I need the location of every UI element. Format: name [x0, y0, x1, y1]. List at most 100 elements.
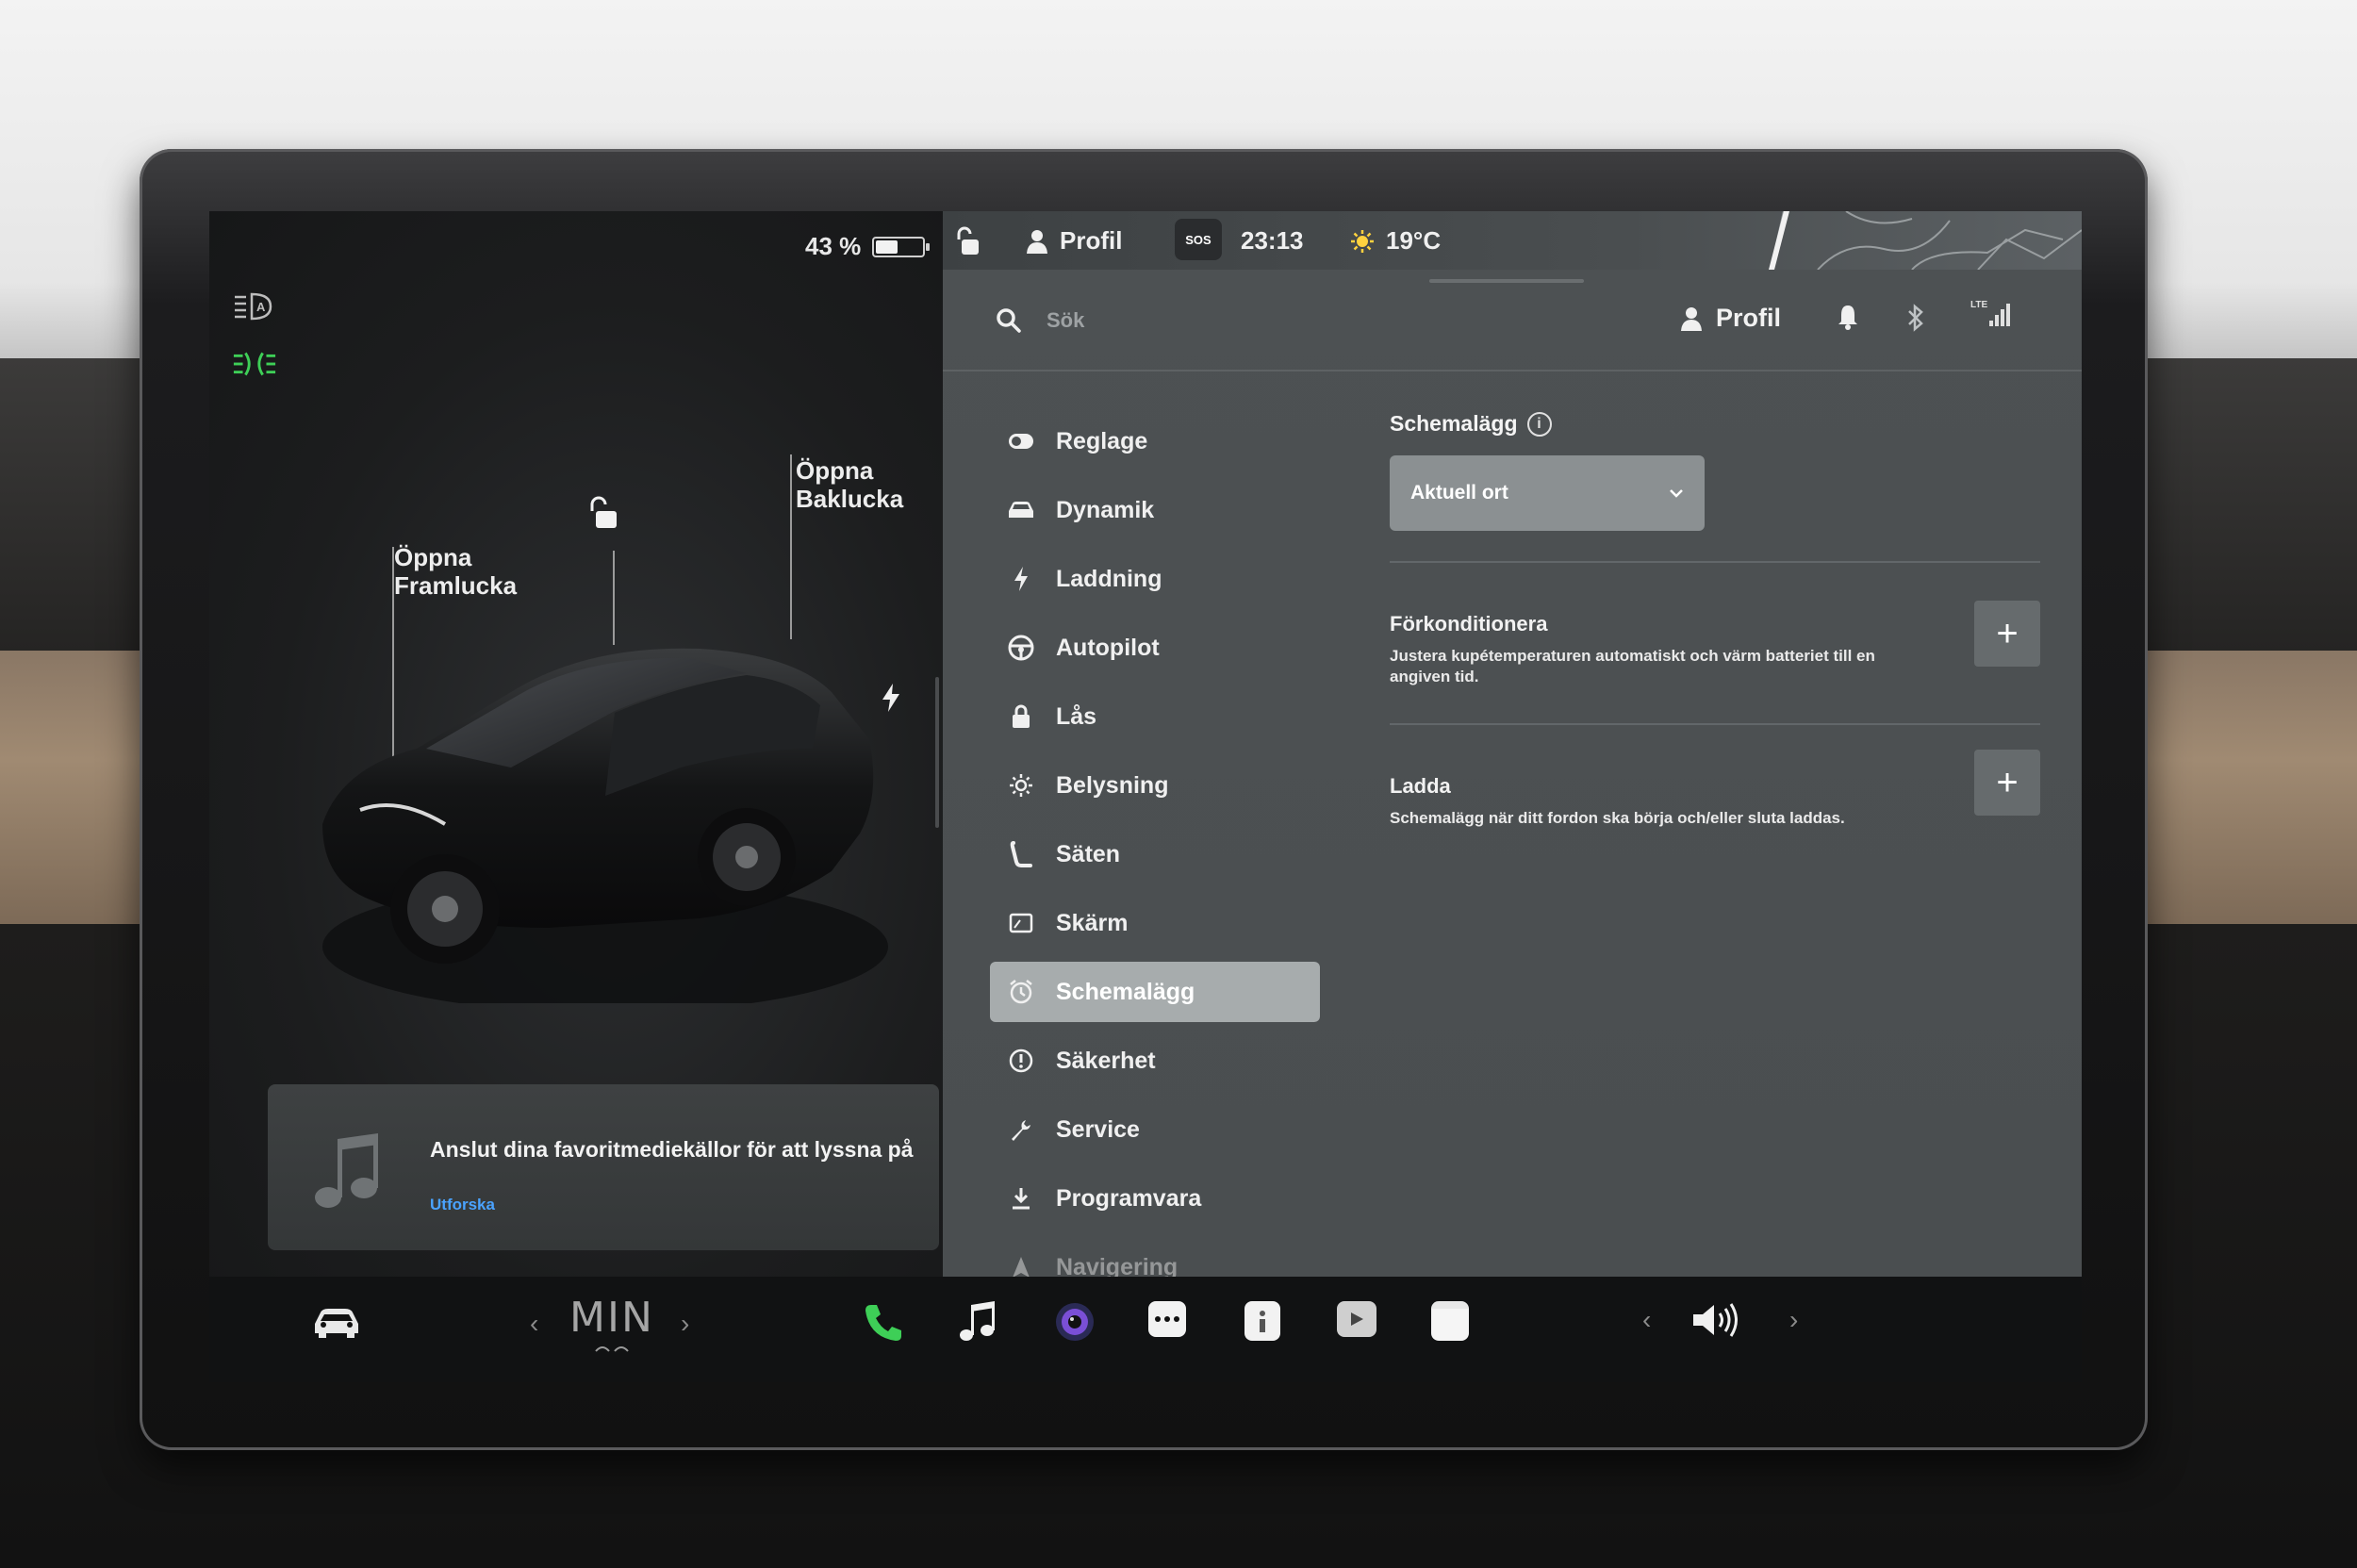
svg-text:A: A: [256, 300, 266, 314]
sun-icon: [1351, 229, 1374, 253]
section-title: Schemalägg i: [1390, 411, 2040, 437]
explore-link[interactable]: Utforska: [430, 1196, 495, 1214]
sidebar-item-label: Dynamik: [1056, 496, 1155, 523]
bolt-icon: [1007, 565, 1035, 593]
touchscreen: 43 % A Öppna Framlucka Öppna Baklucka An…: [209, 211, 2082, 1382]
settings-panel: Profil LTE Reglage Dynamik Laddning Autopil…: [943, 270, 2082, 1280]
profile-label: Profil: [1060, 226, 1123, 255]
sidebar-item-belysning[interactable]: Belysning: [990, 755, 1320, 816]
search-icon: [996, 307, 1022, 338]
sidebar-item-label: Schemalägg: [1056, 978, 1195, 1005]
sidebar-item-skärm[interactable]: Skärm: [990, 893, 1320, 953]
parking-lights-icon: [232, 347, 277, 381]
lock-status-icon[interactable]: [954, 226, 982, 263]
volume-down-chevron[interactable]: ‹: [1642, 1305, 1651, 1335]
climate-control[interactable]: MIN: [569, 1294, 654, 1355]
bell-icon[interactable]: [1837, 304, 1859, 335]
wrench-icon: [1007, 1115, 1035, 1144]
weather: 19°C: [1350, 226, 1441, 256]
car-icon: [1007, 496, 1035, 524]
sidebar-item-label: Reglage: [1056, 427, 1148, 454]
battery-percent: 43 %: [805, 232, 862, 260]
bottom-taskbar: ‹ MIN › ‹ ›: [209, 1277, 2082, 1382]
sos-button[interactable]: SOS: [1175, 219, 1222, 260]
media-prompt-text: Anslut dina favoritmediekällor för att l…: [430, 1137, 914, 1162]
bluetooth-icon[interactable]: [1906, 304, 1925, 337]
sidebar-item-service[interactable]: Service: [990, 1099, 1320, 1160]
sidebar-item-dynamik[interactable]: Dynamik: [990, 480, 1320, 540]
phone-icon[interactable]: [862, 1301, 903, 1343]
open-trunk-label[interactable]: Öppna Baklucka: [796, 456, 903, 513]
header-profile-button[interactable]: Profil: [1680, 304, 1781, 333]
climate-min-label: MIN: [569, 1294, 654, 1342]
download-icon: [1007, 1184, 1035, 1213]
precondition-title: Förkonditionera: [1390, 612, 1548, 635]
toggle-icon: [1007, 427, 1035, 455]
precondition-row: Förkonditionera Justera kupétemperaturen…: [1390, 563, 2040, 723]
sidebar-item-schemalägg[interactable]: Schemalägg: [990, 962, 1320, 1022]
sidebar-item-autopilot[interactable]: Autopilot: [990, 618, 1320, 678]
media-card[interactable]: Anslut dina favoritmediekällor för att l…: [268, 1084, 939, 1250]
charge-row: Ladda Schemalägg när ditt fordon ska bör…: [1390, 725, 2040, 867]
seat-icon: [1007, 840, 1035, 868]
defrost-icon: [595, 1346, 629, 1352]
sidebar-item-programvara[interactable]: Programvara: [990, 1168, 1320, 1229]
sidebar-item-label: Skärm: [1056, 909, 1129, 936]
unlock-icon[interactable]: [586, 496, 620, 536]
calendar-app-icon[interactable]: [1431, 1301, 1469, 1341]
precondition-description: Justera kupétemperaturen automatiskt och…: [1390, 647, 1875, 685]
battery-status: 43 %: [805, 232, 931, 261]
add-charge-schedule-button[interactable]: +: [1974, 750, 2040, 816]
panel-scrollbar[interactable]: [935, 677, 939, 828]
sidebar-item-label: Laddning: [1056, 565, 1162, 592]
schedule-content: Schemalägg i Aktuell ort Förkonditionera…: [1390, 411, 2040, 867]
lte-signal-icon: LTE: [1970, 298, 2012, 335]
person-icon: [1027, 229, 1047, 254]
more-apps-icon[interactable]: [1148, 1301, 1186, 1337]
search-input[interactable]: [1047, 304, 1518, 338]
sidebar-item-säten[interactable]: Säten: [990, 824, 1320, 884]
person-icon: [1681, 306, 1702, 331]
charge-title: Ladda: [1390, 774, 1451, 798]
profile-status[interactable]: Profil: [1026, 226, 1122, 256]
map-preview[interactable]: [1742, 211, 2082, 270]
svg-text:LTE: LTE: [1970, 300, 1987, 310]
music-note-icon: [313, 1131, 379, 1215]
chevron-down-icon: [1670, 489, 1683, 498]
status-bar: Profil SOS 23:13 19°C: [943, 211, 2082, 270]
sidebar-item-säkerhet[interactable]: Säkerhet: [990, 1031, 1320, 1091]
auto-headlights-icon: A: [232, 289, 277, 322]
owners-manual-icon[interactable]: [1244, 1301, 1280, 1341]
camera-app-icon[interactable]: [1054, 1301, 1096, 1343]
music-app-icon[interactable]: [958, 1301, 996, 1343]
alert-circle-icon: [1007, 1047, 1035, 1075]
volume-up-chevron[interactable]: ›: [1789, 1305, 1798, 1335]
sidebar-item-laddning[interactable]: Laddning: [990, 549, 1320, 609]
car-panel: 43 % A Öppna Framlucka Öppna Baklucka An…: [209, 211, 943, 1277]
sun-icon: [1007, 771, 1035, 800]
car-model-image: [304, 607, 888, 1013]
car-icon[interactable]: [311, 1305, 362, 1339]
temp-up-chevron[interactable]: ›: [681, 1309, 689, 1339]
dropdown-value: Aktuell ort: [1410, 482, 1508, 503]
display-icon: [1007, 909, 1035, 937]
sidebar-item-label: Programvara: [1056, 1184, 1202, 1212]
sidebar-item-label: Service: [1056, 1115, 1140, 1143]
open-frunk-label[interactable]: Öppna Framlucka: [394, 543, 517, 600]
sidebar-item-lås[interactable]: Lås: [990, 686, 1320, 747]
sidebar-item-label: Belysning: [1056, 771, 1169, 799]
info-icon[interactable]: i: [1526, 411, 1552, 437]
sidebar-item-label: Autopilot: [1056, 634, 1160, 661]
add-precondition-button[interactable]: +: [1974, 601, 2040, 667]
location-dropdown[interactable]: Aktuell ort: [1390, 455, 1705, 531]
sidebar-item-label: Säten: [1056, 840, 1121, 867]
sidebar-item-reglage[interactable]: Reglage: [990, 411, 1320, 471]
clock: 23:13: [1241, 226, 1304, 255]
settings-header: Profil LTE: [943, 270, 2082, 371]
volume-icon[interactable]: [1691, 1301, 1740, 1339]
settings-sidebar: Reglage Dynamik Laddning Autopilot Lås Belysn…: [990, 411, 1320, 1306]
temp-down-chevron[interactable]: ‹: [530, 1309, 538, 1339]
alarm-clock-icon: [1007, 978, 1035, 1006]
theater-app-icon[interactable]: [1337, 1301, 1376, 1337]
charge-description: Schemalägg när ditt fordon ska börja och…: [1390, 809, 1845, 827]
